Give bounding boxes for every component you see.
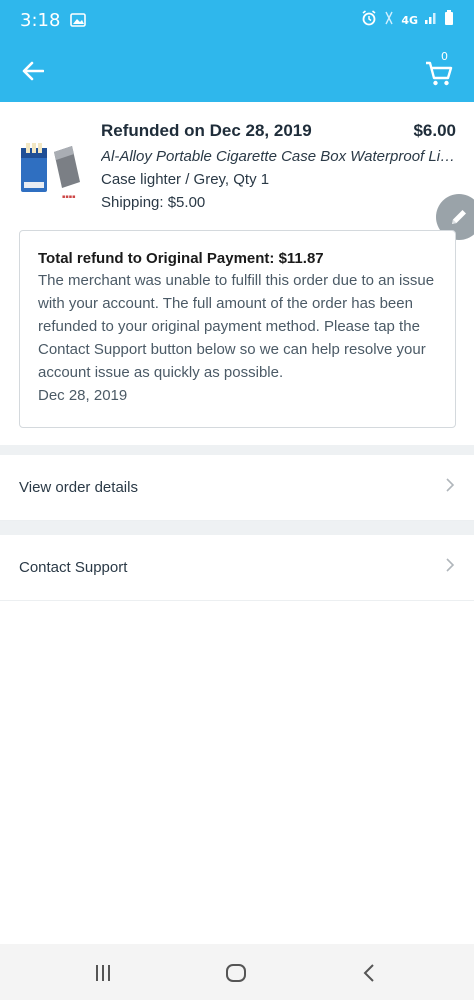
contact-support-label: Contact Support (19, 559, 128, 576)
view-order-details-row[interactable]: View order details (0, 455, 474, 521)
refund-date: Dec 28, 2019 (38, 387, 128, 404)
order-item: ▪▪▪▪ Refunded on Dec 28, 2019 $6.00 Al-A… (0, 102, 474, 222)
home-button[interactable] (221, 958, 251, 988)
recents-icon (96, 965, 110, 981)
home-icon (226, 964, 246, 982)
section-divider (0, 521, 474, 535)
back-button[interactable] (16, 54, 50, 88)
chevron-left-icon (363, 964, 374, 982)
nav-back-button[interactable] (354, 958, 384, 988)
status-time: 3:18 (20, 9, 61, 31)
system-nav-bar (0, 944, 474, 1000)
pencil-icon (452, 210, 466, 224)
cart-icon (426, 61, 453, 86)
section-divider (0, 445, 474, 455)
app-bar: 0 (0, 40, 474, 102)
chevron-right-icon (445, 477, 455, 498)
status-bar: 3:18 4G (0, 0, 474, 40)
arrow-left-icon (22, 61, 44, 81)
vibrate-icon (383, 10, 395, 31)
status-icons: 4G (361, 9, 454, 31)
signal-icon (424, 11, 438, 30)
product-variant: Case lighter / Grey, Qty 1 (101, 171, 270, 188)
refund-status-title: Refunded on Dec 28, 2019 (101, 121, 312, 140)
chevron-right-icon (445, 557, 455, 578)
recents-button[interactable] (88, 958, 118, 988)
alarm-icon (361, 9, 377, 31)
cart-button[interactable]: 0 (424, 50, 460, 88)
contact-support-row[interactable]: Contact Support (0, 535, 474, 601)
refund-message: The merchant was unable to fulfill this … (38, 272, 435, 381)
cart-count-badge: 0 (441, 50, 448, 63)
battery-icon (444, 9, 454, 31)
item-price: $6.00 (413, 121, 456, 140)
product-image: ▪▪▪▪ (18, 142, 84, 202)
refund-total: Total refund to Original Payment: $11.87 (38, 250, 324, 267)
gallery-notification-icon (70, 13, 87, 27)
shipping-cost: Shipping: $5.00 (101, 194, 206, 211)
network-type-label: 4G (401, 13, 418, 27)
svg-text:▪▪▪▪: ▪▪▪▪ (62, 194, 76, 200)
product-name: Al-Alloy Portable Cigarette Case Box Wat… (101, 148, 461, 165)
view-order-details-label: View order details (19, 479, 138, 496)
refund-info-card: Total refund to Original Payment: $11.87… (19, 230, 456, 428)
